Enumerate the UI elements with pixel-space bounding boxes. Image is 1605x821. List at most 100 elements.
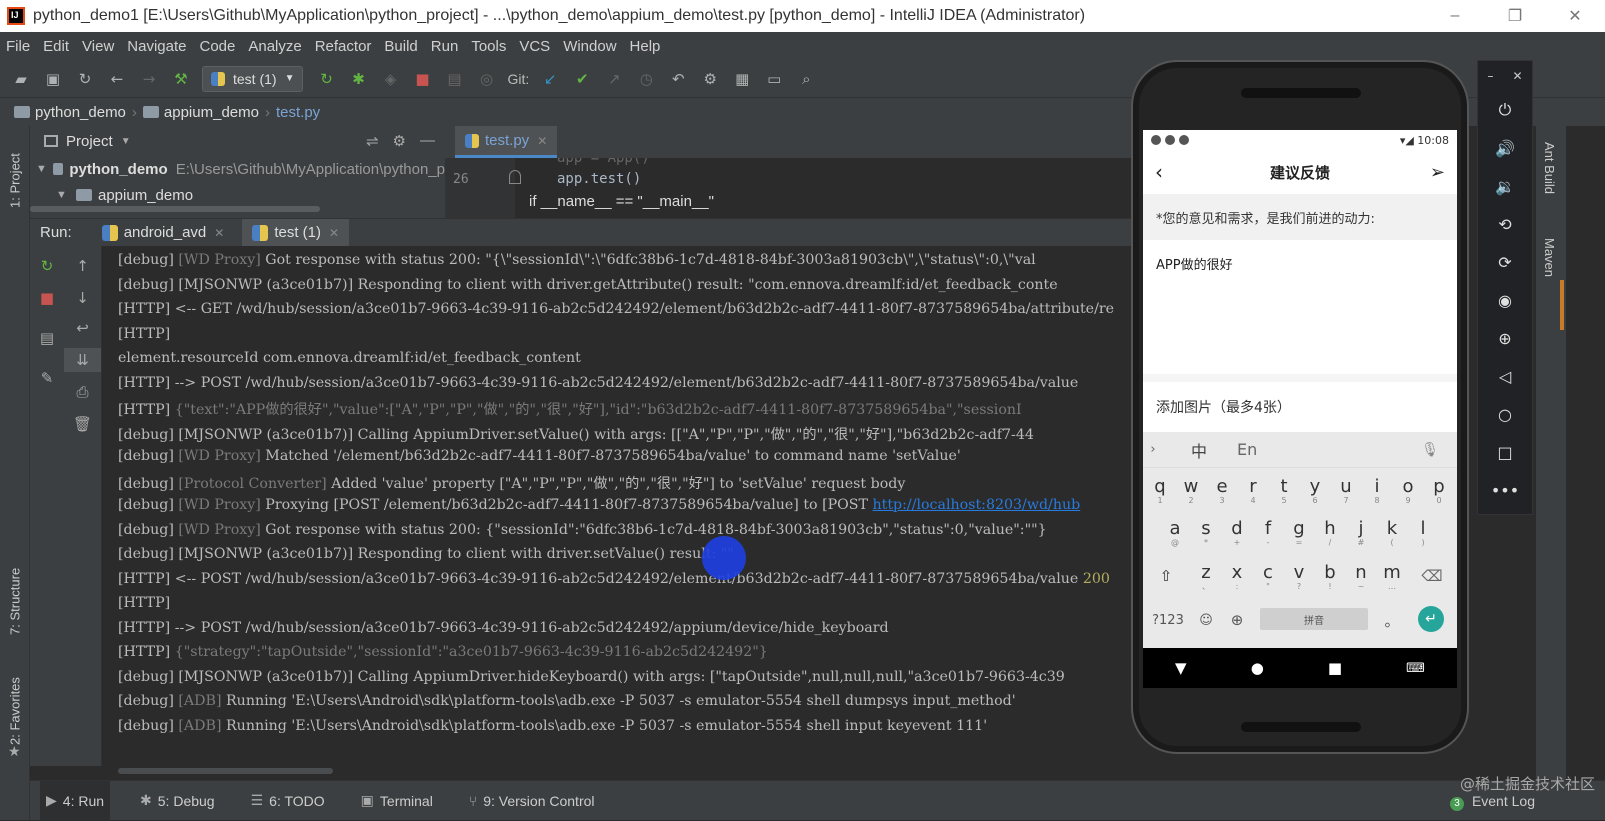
power-icon[interactable]: ⏻ (1478, 95, 1532, 125)
menu-window[interactable]: Window (563, 38, 616, 55)
run-tab-android-avd[interactable]: android_avd ✕ (92, 219, 235, 247)
arrow-up-icon[interactable]: ↑ (64, 254, 101, 278)
tool-tab-version-control[interactable]: ⑂9: Version Control (463, 781, 601, 821)
key-k[interactable]: k( (1377, 512, 1407, 552)
nav-home-icon[interactable]: ● (1251, 659, 1264, 677)
menu-run[interactable]: Run (431, 38, 459, 55)
key-e[interactable]: e3 (1207, 470, 1237, 510)
tab-project[interactable]: 1: Project (0, 136, 30, 226)
overview-square-icon[interactable]: □ (1478, 437, 1532, 467)
sync-icon[interactable]: ↻ (74, 68, 96, 90)
run-tab-test[interactable]: test (1) ✕ (242, 219, 349, 247)
stop-icon[interactable]: ■ (30, 286, 64, 310)
console-output[interactable]: [debug] [ADB] Running 'E:\Users\Android\… (102, 246, 1135, 766)
key-u[interactable]: u7 (1331, 470, 1361, 510)
breadcrumb-file[interactable]: test.py (276, 104, 320, 121)
rotate-right-icon[interactable]: ⟳ (1478, 247, 1532, 277)
breadcrumb-folder[interactable]: appium_demo (164, 104, 259, 121)
trash-icon[interactable]: 🗑 (64, 412, 101, 436)
key-j[interactable]: j# (1346, 512, 1376, 552)
attach-icon[interactable]: ▤ (443, 68, 465, 90)
home-circle-icon[interactable]: ○ (1478, 399, 1532, 429)
key-c[interactable]: c" (1253, 556, 1283, 596)
menu-vcs[interactable]: VCS (519, 38, 550, 55)
restore-layout-icon[interactable]: ▤ (30, 326, 64, 350)
back-triangle-icon[interactable]: ◁ (1478, 361, 1532, 391)
git-commit-icon[interactable]: ✔ (571, 68, 593, 90)
key-i[interactable]: i8 (1362, 470, 1392, 510)
key-d[interactable]: d+ (1222, 512, 1252, 552)
console-link[interactable]: http://localhost:8203/wd/hub (873, 497, 1081, 513)
settings-wrench-icon[interactable]: ⚙ (699, 68, 721, 90)
key-y[interactable]: y6 (1300, 470, 1330, 510)
emulator-minimize-button[interactable]: – (1487, 69, 1493, 83)
period-key[interactable]: 。 (1377, 600, 1407, 640)
menu-build[interactable]: Build (384, 38, 417, 55)
backspace-key-icon[interactable]: ⌫ (1417, 556, 1447, 596)
volume-up-icon[interactable]: 🔊 (1478, 133, 1532, 163)
key-w[interactable]: w2 (1176, 470, 1206, 510)
space-key[interactable]: 拼音 (1260, 608, 1368, 630)
keyboard-switch-icon[interactable]: ⌨ (1406, 661, 1425, 676)
send-icon[interactable]: ➢ (1430, 162, 1445, 183)
build-hammer-icon[interactable]: ⚒ (170, 68, 192, 90)
menu-help[interactable]: Help (630, 38, 661, 55)
expand-arrow-icon[interactable]: ▼ (36, 163, 47, 175)
key-s[interactable]: s* (1191, 512, 1221, 552)
key-v[interactable]: v? (1284, 556, 1314, 596)
tab-maven[interactable]: Maven (1542, 238, 1557, 277)
tab-structure[interactable]: 7: Structure (0, 556, 30, 646)
key-f[interactable]: f- (1253, 512, 1283, 552)
search-icon[interactable]: ⌕ (795, 68, 817, 90)
tool-tab-run[interactable]: ▶4: Run (40, 781, 110, 821)
tool-tab-terminal[interactable]: ▣Terminal (355, 781, 439, 821)
collapse-all-icon[interactable]: ⇌ (366, 132, 379, 150)
emoji-key-icon[interactable]: ☺ (1191, 600, 1221, 640)
tree-item-root[interactable]: ▼ python_demo E:\Users\Github\MyApplicat… (30, 156, 445, 182)
project-structure-icon[interactable]: ▦ (731, 68, 753, 90)
event-log[interactable]: 3 Event Log (1450, 793, 1535, 811)
code-line[interactable]: app.test() (557, 171, 641, 187)
expand-arrow-icon[interactable]: ▼ (56, 189, 70, 201)
key-m[interactable]: m… (1377, 556, 1407, 596)
breadcrumb-project[interactable]: python_demo (35, 104, 126, 121)
tab-favorites[interactable]: 2: Favorites (0, 666, 30, 756)
key-b[interactable]: b! (1315, 556, 1345, 596)
git-push-icon[interactable]: ↗ (603, 68, 625, 90)
hide-panel-icon[interactable]: — (420, 132, 435, 150)
key-t[interactable]: t5 (1269, 470, 1299, 510)
minimize-button[interactable]: – (1425, 0, 1485, 32)
zoom-icon[interactable]: ⊕ (1478, 323, 1532, 353)
close-icon[interactable]: ✕ (537, 134, 547, 148)
history-icon[interactable]: ◷ (635, 68, 657, 90)
menu-tools[interactable]: Tools (471, 38, 506, 55)
tab-ant-build[interactable]: Ant Build (1542, 142, 1557, 194)
menu-refactor[interactable]: Refactor (315, 38, 372, 55)
open-folder-icon[interactable]: ▰ (10, 68, 32, 90)
shift-key-icon[interactable]: ⇧ (1151, 556, 1181, 596)
key-l[interactable]: l) (1408, 512, 1438, 552)
key-p[interactable]: p0 (1424, 470, 1454, 510)
debug-icon[interactable]: ✱ (347, 68, 369, 90)
nav-recents-icon[interactable]: ■ (1328, 659, 1342, 677)
rerun-icon[interactable]: ↻ (30, 254, 64, 278)
rotate-left-icon[interactable]: ⟲ (1478, 209, 1532, 239)
key-o[interactable]: o9 (1393, 470, 1423, 510)
run-config-select[interactable]: test (1) ▼ (202, 66, 303, 92)
ime-chinese[interactable]: 中 (1191, 438, 1207, 462)
close-button[interactable]: ✕ (1545, 0, 1605, 32)
key-z[interactable]: z、 (1191, 556, 1221, 596)
key-n[interactable]: n~ (1346, 556, 1376, 596)
menu-analyze[interactable]: Analyze (248, 38, 301, 55)
key-g[interactable]: g= (1284, 512, 1314, 552)
project-panel-title[interactable]: Project (66, 133, 113, 150)
key-h[interactable]: h/ (1315, 512, 1345, 552)
symbols-key[interactable]: ?123 (1151, 600, 1185, 640)
ime-english[interactable]: En (1237, 440, 1257, 459)
project-scrollbar[interactable] (30, 206, 320, 212)
chevron-down-icon[interactable]: ▼ (121, 136, 131, 147)
arrow-down-icon[interactable]: ↓ (64, 286, 101, 310)
coverage-icon[interactable]: ◈ (379, 68, 401, 90)
print-icon[interactable]: ⎙ (64, 380, 101, 404)
key-x[interactable]: x: (1222, 556, 1252, 596)
